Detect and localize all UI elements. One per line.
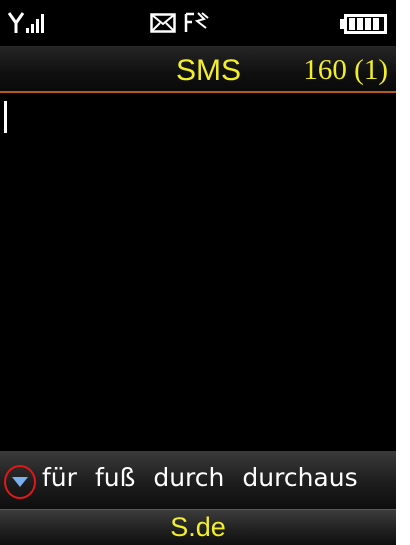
envelope-icon bbox=[150, 13, 176, 33]
softkey-bar: S.de bbox=[0, 509, 396, 545]
candidate-item[interactable]: für bbox=[42, 463, 77, 492]
candidates-bar: für fuß durch durchaus bbox=[0, 451, 396, 509]
fax-icon bbox=[184, 12, 209, 32]
page-title: SMS bbox=[176, 54, 242, 87]
candidate-list: für fuß durch durchaus bbox=[42, 463, 376, 492]
candidate-item[interactable]: durchaus bbox=[242, 463, 357, 492]
phone-screen: SMS 160 (1) für fuß durch durchaus S.de bbox=[0, 0, 396, 545]
signal-icon bbox=[8, 12, 44, 33]
candidate-item[interactable]: fuß bbox=[95, 463, 135, 492]
title-bar: SMS 160 (1) bbox=[0, 46, 396, 93]
candidate-item[interactable]: durch bbox=[153, 463, 224, 492]
down-arrow-icon[interactable] bbox=[2, 464, 38, 500]
message-input[interactable] bbox=[0, 93, 396, 451]
status-bar bbox=[0, 0, 396, 46]
battery-icon bbox=[340, 14, 387, 34]
center-softkey[interactable]: S.de bbox=[0, 512, 396, 543]
text-cursor bbox=[4, 101, 7, 133]
character-counter: 160 (1) bbox=[303, 54, 388, 86]
